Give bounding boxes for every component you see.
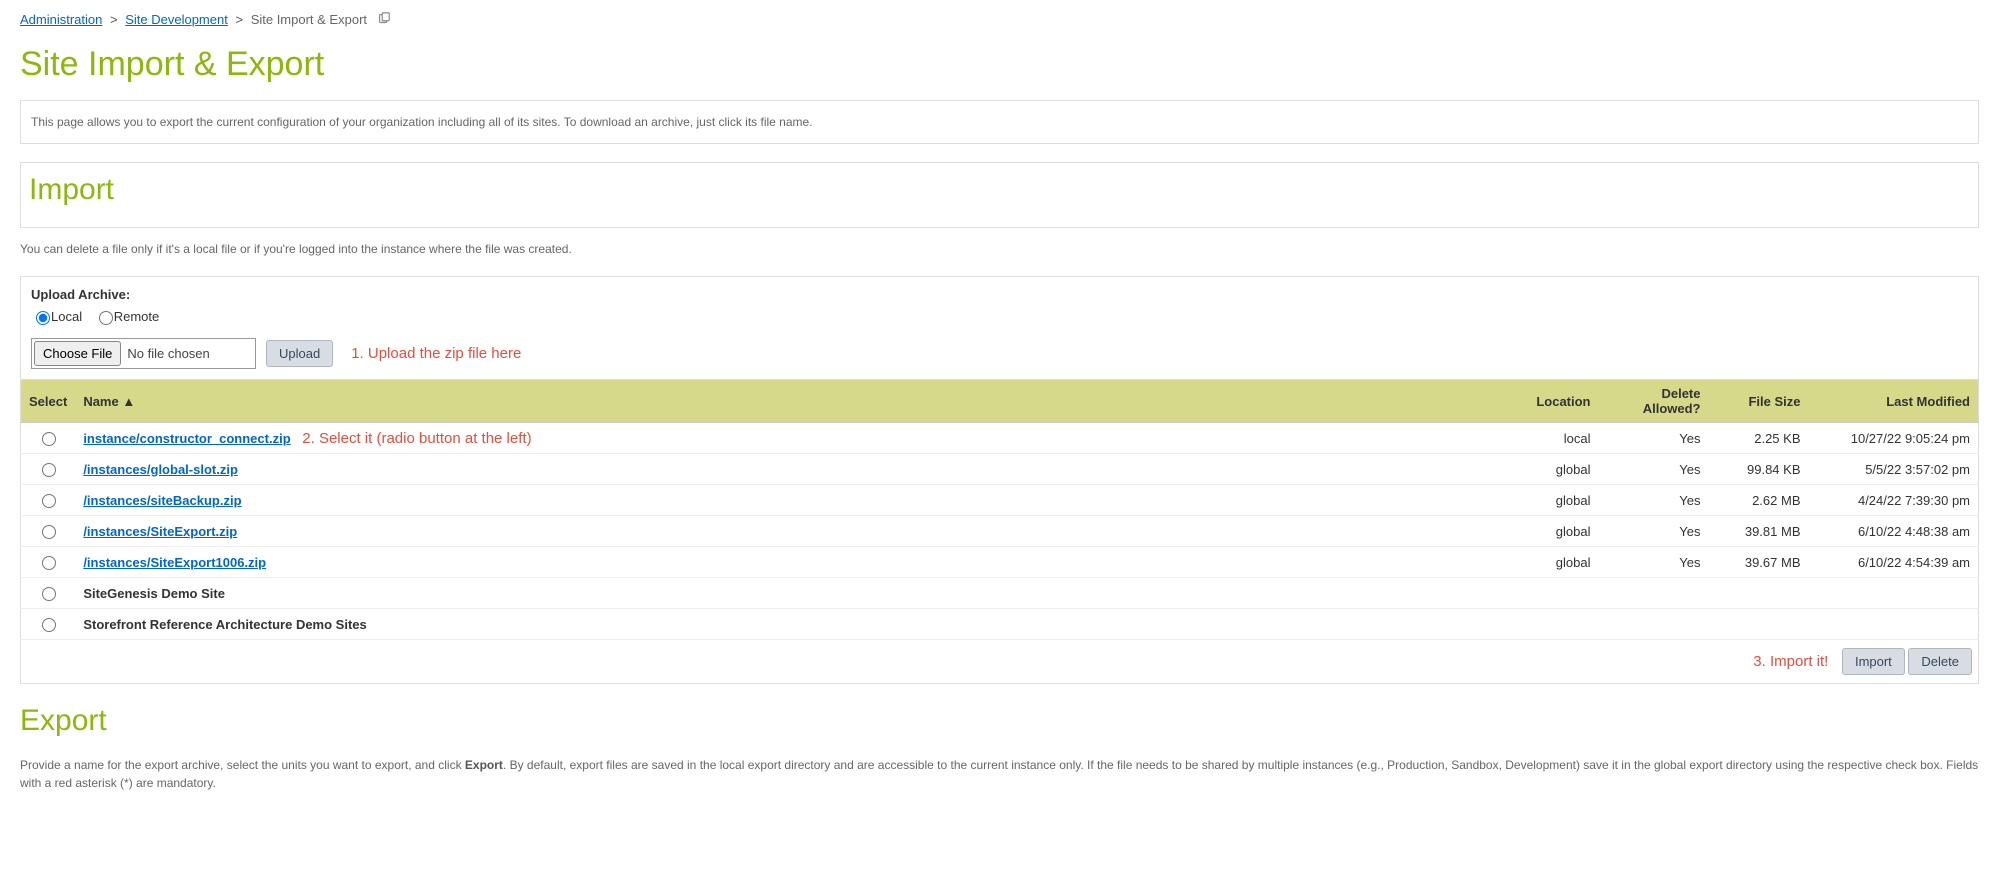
- col-file-size[interactable]: File Size: [1709, 380, 1809, 423]
- cell-file_size: 99.84 KB: [1709, 454, 1809, 485]
- action-row: 3. Import it! Import Delete: [20, 640, 1979, 684]
- breadcrumb-link-admin[interactable]: Administration: [20, 12, 102, 27]
- cell-file_size: 39.81 MB: [1709, 516, 1809, 547]
- cell-file_size: [1709, 578, 1809, 609]
- radio-remote[interactable]: [99, 311, 113, 325]
- cell-delete_allowed: Yes: [1599, 454, 1709, 485]
- table-header-row: Select Name ▲ Location Delete Allowed? F…: [21, 380, 1979, 423]
- file-input[interactable]: Choose File No file chosen: [31, 338, 256, 369]
- radio-remote-label: Remote: [114, 309, 160, 324]
- cell-file_size: 2.62 MB: [1709, 485, 1809, 516]
- cell-last_modified: [1809, 609, 1979, 640]
- cell-file_size: [1709, 609, 1809, 640]
- breadcrumb-current: Site Import & Export: [251, 12, 367, 27]
- annotation-select: 2. Select it (radio button at the left): [302, 430, 531, 447]
- table-row: instance/constructor_connect.zip 2. Sele…: [21, 423, 1979, 454]
- row-select-radio[interactable]: [42, 463, 56, 477]
- export-note: Provide a name for the export archive, s…: [20, 756, 1979, 792]
- file-link[interactable]: instance/constructor_connect.zip: [83, 431, 290, 446]
- cell-last_modified: 6/10/22 4:54:39 am: [1809, 547, 1979, 578]
- row-select-radio[interactable]: [42, 494, 56, 508]
- table-row: /instances/global-slot.zip globalYes99.84…: [21, 454, 1979, 485]
- cell-location: local: [1519, 423, 1599, 454]
- row-select-radio[interactable]: [42, 432, 56, 446]
- table-row: Storefront Reference Architecture Demo S…: [21, 609, 1979, 640]
- cell-file_size: 2.25 KB: [1709, 423, 1809, 454]
- table-row: /instances/SiteExport1006.zip globalYes39…: [21, 547, 1979, 578]
- col-name[interactable]: Name ▲: [75, 380, 1518, 423]
- no-file-label: No file chosen: [127, 346, 209, 361]
- file-link[interactable]: /instances/siteBackup.zip: [83, 493, 241, 508]
- col-last-modified[interactable]: Last Modified: [1809, 380, 1979, 423]
- cell-location: global: [1519, 454, 1599, 485]
- breadcrumb-sep: >: [110, 12, 118, 27]
- delete-button[interactable]: Delete: [1908, 648, 1972, 675]
- annotation-upload: 1. Upload the zip file here: [351, 345, 521, 362]
- col-select[interactable]: Select: [21, 380, 76, 423]
- page-title: Site Import & Export: [20, 45, 1979, 84]
- cell-delete_allowed: [1599, 609, 1709, 640]
- breadcrumb-link-sitedev[interactable]: Site Development: [125, 12, 228, 27]
- import-section-box: Import: [20, 162, 1979, 228]
- cell-delete_allowed: Yes: [1599, 547, 1709, 578]
- upload-archive-label: Upload Archive:: [31, 287, 1968, 302]
- file-link[interactable]: /instances/SiteExport1006.zip: [83, 555, 266, 570]
- export-note-bold: Export: [465, 758, 503, 772]
- cell-delete_allowed: [1599, 578, 1709, 609]
- cell-location: global: [1519, 547, 1599, 578]
- file-table: Select Name ▲ Location Delete Allowed? F…: [20, 380, 1979, 640]
- cell-delete_allowed: Yes: [1599, 516, 1709, 547]
- upload-box: Upload Archive: Local Remote Choose File…: [20, 276, 1979, 380]
- copy-icon[interactable]: [377, 12, 391, 29]
- cell-location: global: [1519, 516, 1599, 547]
- row-select-radio[interactable]: [42, 587, 56, 601]
- upload-button[interactable]: Upload: [266, 340, 333, 367]
- import-title: Import: [29, 173, 1970, 207]
- delete-note: You can delete a file only if it's a loc…: [20, 242, 1979, 256]
- upload-radio-row: Local Remote: [31, 308, 1968, 326]
- col-delete-allowed[interactable]: Delete Allowed?: [1599, 380, 1709, 423]
- cell-file_size: 39.67 MB: [1709, 547, 1809, 578]
- cell-last_modified: 4/24/22 7:39:30 pm: [1809, 485, 1979, 516]
- cell-delete_allowed: Yes: [1599, 423, 1709, 454]
- cell-location: global: [1519, 485, 1599, 516]
- cell-last_modified: 6/10/22 4:48:38 am: [1809, 516, 1979, 547]
- file-name: Storefront Reference Architecture Demo S…: [83, 617, 366, 632]
- file-link[interactable]: /instances/global-slot.zip: [83, 462, 238, 477]
- file-link[interactable]: /instances/SiteExport.zip: [83, 524, 237, 539]
- radio-local-label: Local: [51, 309, 82, 324]
- table-row: SiteGenesis Demo Site: [21, 578, 1979, 609]
- table-row: /instances/siteBackup.zip globalYes2.62 M…: [21, 485, 1979, 516]
- cell-delete_allowed: Yes: [1599, 485, 1709, 516]
- choose-file-button[interactable]: Choose File: [34, 341, 121, 366]
- cell-location: [1519, 609, 1599, 640]
- page-description: This page allows you to export the curre…: [20, 100, 1979, 144]
- radio-local[interactable]: [36, 311, 50, 325]
- cell-last_modified: 10/27/22 9:05:24 pm: [1809, 423, 1979, 454]
- export-note-pre: Provide a name for the export archive, s…: [20, 758, 465, 772]
- import-button[interactable]: Import: [1842, 648, 1905, 675]
- annotation-import: 3. Import it!: [1753, 653, 1828, 670]
- breadcrumb: Administration > Site Development > Site…: [20, 0, 1979, 37]
- row-select-radio[interactable]: [42, 525, 56, 539]
- cell-last_modified: [1809, 578, 1979, 609]
- export-title: Export: [20, 704, 1979, 738]
- row-select-radio[interactable]: [42, 618, 56, 632]
- cell-last_modified: 5/5/22 3:57:02 pm: [1809, 454, 1979, 485]
- cell-location: [1519, 578, 1599, 609]
- file-name: SiteGenesis Demo Site: [83, 586, 225, 601]
- col-location[interactable]: Location: [1519, 380, 1599, 423]
- breadcrumb-sep: >: [235, 12, 243, 27]
- row-select-radio[interactable]: [42, 556, 56, 570]
- table-row: /instances/SiteExport.zip globalYes39.81 …: [21, 516, 1979, 547]
